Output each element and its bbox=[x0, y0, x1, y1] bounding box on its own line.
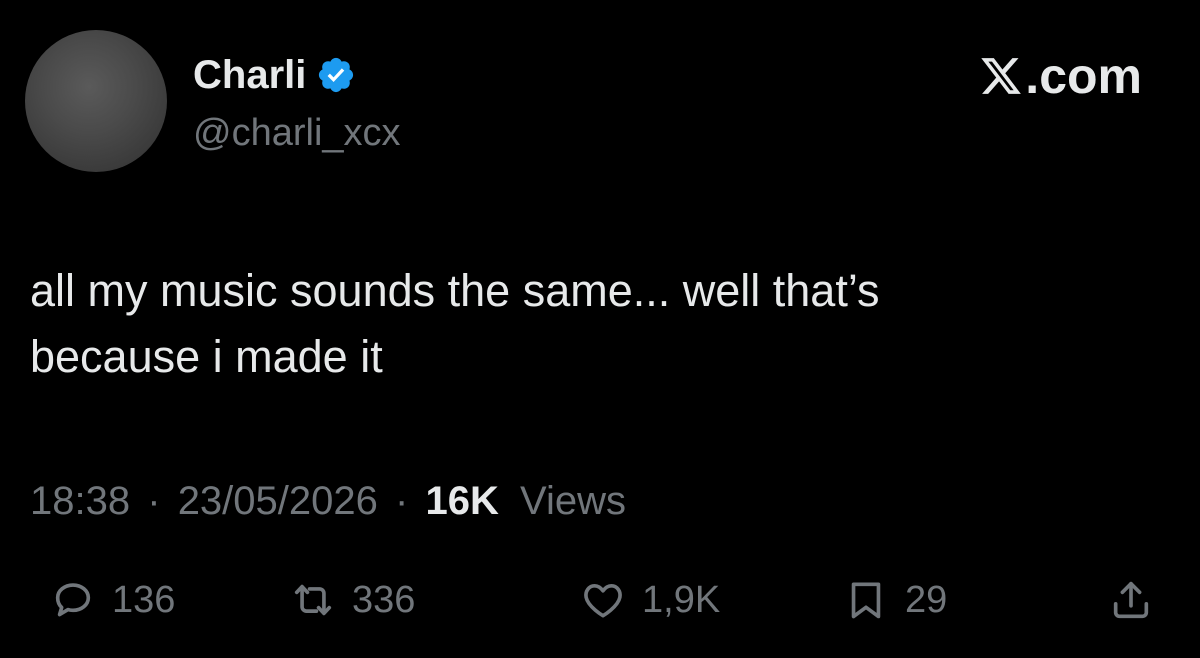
reply-button[interactable]: 136 bbox=[50, 570, 175, 630]
tweet-time[interactable]: 18:38 bbox=[30, 479, 130, 523]
tweet-text: all my music sounds the same... well tha… bbox=[30, 265, 880, 382]
bookmark-icon bbox=[851, 582, 881, 619]
tweet-date[interactable]: 23/05/2026 bbox=[178, 479, 378, 523]
repost-button[interactable]: 336 bbox=[290, 570, 415, 630]
reply-icon bbox=[55, 583, 91, 617]
like-button[interactable]: 1,9K bbox=[580, 570, 720, 630]
verified-badge-icon bbox=[319, 57, 354, 93]
action-bar: 136 336 1,9K 29 bbox=[0, 570, 1200, 630]
views-label: Views bbox=[519, 479, 626, 523]
like-count: 1,9K bbox=[642, 579, 721, 621]
bookmark-button[interactable]: 29 bbox=[843, 570, 947, 630]
meta-separator: · bbox=[147, 479, 161, 523]
share-button[interactable] bbox=[1108, 570, 1154, 630]
bookmark-count: 29 bbox=[905, 579, 948, 621]
meta-separator: · bbox=[395, 479, 409, 523]
share-icon bbox=[1113, 581, 1149, 619]
author-handle[interactable]: @charli_xcx bbox=[193, 110, 401, 156]
repost-icon bbox=[294, 584, 332, 616]
tweet-card: Charli @charli_xcx .com all my music sou… bbox=[0, 0, 1200, 658]
display-name[interactable]: Charli bbox=[193, 50, 306, 100]
brand-logo: .com bbox=[979, 48, 1142, 104]
x-logo-icon bbox=[981, 58, 1022, 94]
tweet-meta: 18:38 · 23/05/2026 · 16K Views bbox=[30, 476, 626, 526]
repost-count: 336 bbox=[352, 579, 416, 621]
author-name-row: Charli bbox=[193, 50, 356, 100]
heart-icon bbox=[584, 583, 622, 618]
reply-count: 136 bbox=[112, 579, 176, 621]
views-count: 16K bbox=[425, 479, 499, 523]
avatar[interactable] bbox=[25, 30, 167, 172]
brand-domain: .com bbox=[1025, 48, 1142, 104]
